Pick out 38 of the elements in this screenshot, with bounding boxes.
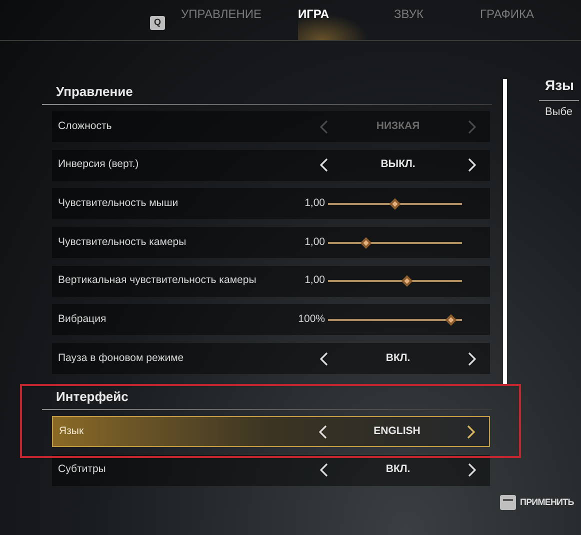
section-title: Интерфейс bbox=[56, 388, 130, 406]
key-icon bbox=[500, 495, 516, 510]
tab[interactable]: УПРАВЛЕНИЕ bbox=[181, 0, 298, 40]
setting-label: Инверсия (верт.) bbox=[57, 157, 140, 172]
option-value: ВЫКЛ. bbox=[380, 157, 416, 172]
scrollbar[interactable] bbox=[503, 79, 507, 384]
setting-row[interactable]: Чувствительность мыши 1,00 bbox=[52, 188, 490, 220]
key-hint: Q bbox=[150, 16, 165, 30]
setting-row[interactable]: Вибрация 100% bbox=[52, 304, 490, 336]
section-title: Управление bbox=[56, 83, 134, 101]
option-value: ВКЛ. bbox=[384, 462, 412, 478]
slider-reading: 1,00 bbox=[304, 234, 325, 250]
setting-label: Вертикальная чувствительность камеры bbox=[57, 273, 258, 288]
setting-label: Чувствительность камеры bbox=[57, 234, 188, 250]
slider-reading: 1,00 bbox=[304, 196, 325, 211]
setting-label: Вибрация bbox=[57, 312, 108, 328]
info-description: Выбе bbox=[545, 105, 574, 120]
slider-thumb[interactable] bbox=[402, 276, 413, 287]
slider-reading: 1,00 bbox=[304, 273, 325, 288]
setting-label: Чувствительность мыши bbox=[57, 196, 180, 211]
slider-thumb[interactable] bbox=[360, 236, 372, 248]
tab[interactable]: ГРАФИКА bbox=[480, 0, 560, 40]
apply-button[interactable]: ПРИМЕНИТЬ bbox=[520, 496, 574, 510]
setting-label: Пауза в фоновом режиме bbox=[57, 350, 185, 366]
setting-row[interactable]: Чувствительность камеры 1,00 bbox=[52, 227, 490, 258]
setting-row[interactable]: Вертикальная чувствительность камеры 1,00 bbox=[52, 266, 490, 297]
tab[interactable]: ЗВУК bbox=[394, 0, 480, 40]
slider-reading: 100% bbox=[297, 312, 325, 328]
setting-row[interactable]: Язык ENGLISH bbox=[52, 416, 490, 448]
setting-label: Субтитры bbox=[57, 462, 107, 478]
option-value: ENGLISH bbox=[372, 424, 422, 439]
option-value: НИЗКАЯ bbox=[375, 118, 421, 134]
setting-label: Сложность bbox=[57, 118, 113, 134]
info-title: Язы bbox=[545, 76, 575, 95]
slider-thumb[interactable] bbox=[389, 198, 401, 210]
setting-label: Язык bbox=[58, 424, 85, 439]
slider-thumb[interactable] bbox=[445, 314, 457, 326]
option-value: ВКЛ. bbox=[384, 350, 412, 366]
